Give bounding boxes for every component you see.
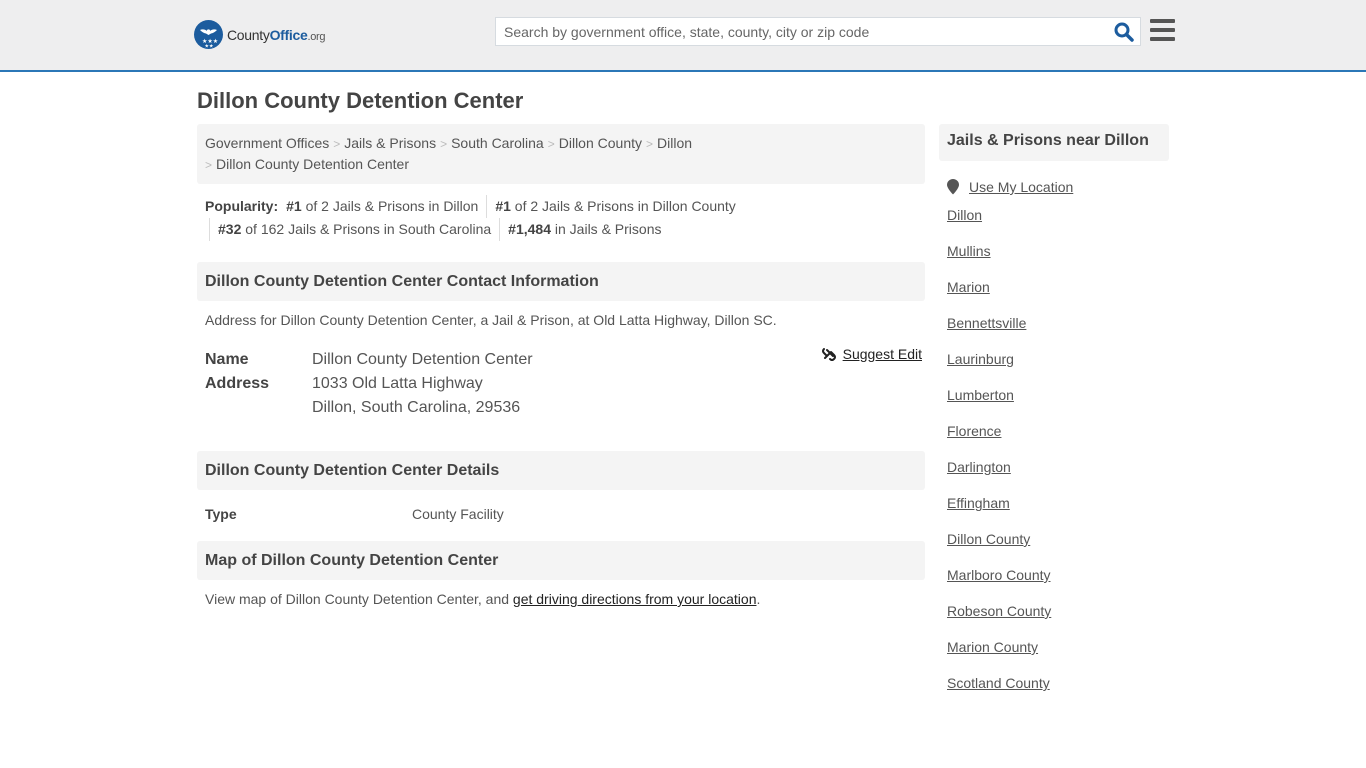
search-button[interactable]	[1114, 22, 1134, 42]
eagle-logo-icon: ★★★ ★★	[194, 20, 223, 49]
search-input[interactable]	[496, 18, 1096, 45]
chevron-right-icon: >	[646, 137, 654, 151]
use-my-location-link[interactable]: Use My Location	[969, 177, 1073, 197]
top-header: ★★★ ★★ CountyOffice.org	[0, 0, 1366, 72]
breadcrumb-current: Dillon County Detention Center	[216, 156, 410, 172]
chevron-right-icon: >	[333, 137, 341, 151]
sidebar: Jails & Prisons near Dillon Use My Locat…	[939, 124, 1169, 701]
suggest-edit[interactable]: Suggest Edit	[821, 345, 922, 363]
nearby-city-item[interactable]: Dillon	[947, 197, 1169, 233]
chevron-right-icon: >	[547, 137, 555, 151]
page-title: Dillon County Detention Center	[197, 88, 524, 113]
site-logo[interactable]: ★★★ ★★ CountyOffice.org	[194, 20, 326, 49]
address-line2: Dillon, South Carolina, 29536	[312, 399, 521, 416]
breadcrumb-jails-prisons[interactable]: Jails & Prisons	[344, 135, 436, 151]
breadcrumb-government-offices[interactable]: Government Offices	[205, 135, 329, 151]
chevron-right-icon: >	[440, 137, 448, 151]
details-section-heading: Dillon County Detention Center Details	[197, 451, 925, 490]
sidebar-heading: Jails & Prisons near Dillon	[939, 124, 1169, 161]
popularity-ranks: Popularity: #1 of 2 Jails & Prisons in Di…	[197, 195, 925, 241]
svg-text:★★: ★★	[205, 44, 214, 50]
suggest-edit-link[interactable]: Suggest Edit	[843, 345, 922, 363]
breadcrumb-dillon-county[interactable]: Dillon County	[559, 135, 642, 151]
popularity-item: #1 of 2 Jails & Prisons in Dillon	[286, 195, 488, 218]
nearby-city-item[interactable]: Effingham	[947, 485, 1169, 521]
breadcrumb-dillon[interactable]: Dillon	[657, 135, 692, 151]
nearby-city-item[interactable]: Florence	[947, 413, 1169, 449]
search-box	[495, 17, 1141, 46]
nearby-city-item[interactable]: Mullins	[947, 233, 1169, 269]
nearby-city-item[interactable]: Robeson County	[947, 593, 1169, 629]
unlink-icon	[821, 348, 836, 361]
type-row: Type County Facility	[197, 506, 925, 522]
driving-directions-link[interactable]: get driving directions from your locatio…	[513, 591, 757, 607]
address-row-2: Dillon, South Carolina, 29536	[205, 393, 925, 423]
nearby-city-item[interactable]: Darlington	[947, 449, 1169, 485]
popularity-item: #32 of 162 Jails & Prisons in South Caro…	[209, 218, 501, 241]
type-value: County Facility	[412, 506, 504, 522]
contact-description: Address for Dillon County Detention Cent…	[205, 312, 777, 328]
nearby-city-item[interactable]: Marlboro County	[947, 557, 1169, 593]
popularity-label: Popularity:	[205, 198, 279, 214]
popularity-item: #1 of 2 Jails & Prisons in Dillon County	[495, 198, 736, 214]
nearby-city-item[interactable]: Marion County	[947, 629, 1169, 665]
map-description: View map of Dillon County Detention Cent…	[205, 591, 761, 607]
contact-fields: Name Dillon County Detention Center Addr…	[197, 345, 925, 423]
breadcrumb-south-carolina[interactable]: South Carolina	[451, 135, 544, 151]
search-icon	[1114, 22, 1134, 42]
popularity-item: #1,484 in Jails & Prisons	[508, 221, 662, 237]
chevron-right-icon: >	[205, 158, 213, 172]
map-section-heading: Map of Dillon County Detention Center	[197, 541, 925, 580]
nearby-list: Use My Location Dillon Mullins Marion Be…	[939, 177, 1169, 701]
logo-text: CountyOffice.org	[227, 26, 326, 43]
main-content: Government Offices > Jails & Prisons > South…	[197, 124, 925, 608]
nearby-city-item[interactable]: Laurinburg	[947, 341, 1169, 377]
nearby-city-item[interactable]: Scotland County	[947, 665, 1169, 701]
breadcrumb: Government Offices > Jails & Prisons > South…	[197, 124, 925, 184]
nearby-city-item[interactable]: Marion	[947, 269, 1169, 305]
nearby-city-item[interactable]: Dillon County	[947, 521, 1169, 557]
hamburger-menu-icon[interactable]	[1150, 19, 1175, 41]
contact-section-heading: Dillon County Detention Center Contact I…	[197, 262, 925, 301]
type-label: Type	[205, 506, 237, 522]
nearby-city-item[interactable]: Lumberton	[947, 377, 1169, 413]
nearby-city-item[interactable]: Bennettsville	[947, 305, 1169, 341]
use-my-location[interactable]: Use My Location	[947, 177, 1169, 197]
map-marker-icon	[947, 179, 959, 195]
